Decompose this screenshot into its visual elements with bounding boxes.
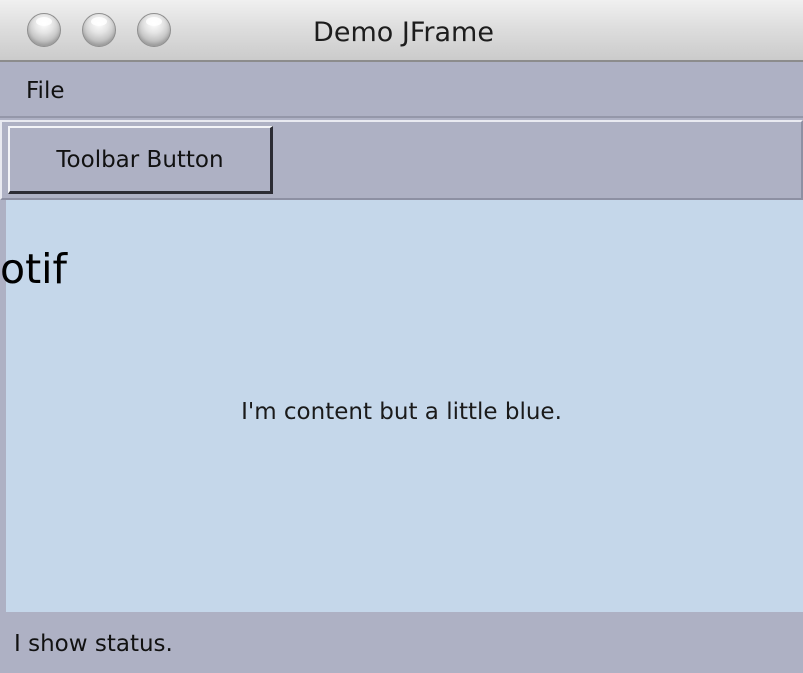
status-bar: I show status. xyxy=(0,612,803,673)
window-title-text: Demo JFrame xyxy=(313,17,494,48)
title-bar[interactable]: Demo JFrame xyxy=(0,0,803,62)
window-title: Demo JFrame xyxy=(0,0,803,62)
toolbar: Toolbar Button xyxy=(0,120,803,200)
menu-file[interactable]: File xyxy=(14,62,71,118)
content-text: I'm content but a little blue. xyxy=(241,399,562,425)
toolbar-button[interactable]: Toolbar Button xyxy=(8,126,273,194)
content-overlay-label: otif xyxy=(0,245,67,293)
menu-bar: File xyxy=(0,62,803,118)
status-text: I show status. xyxy=(14,631,173,657)
app-window: Demo JFrame File Toolbar Button otif I'm… xyxy=(0,0,803,673)
